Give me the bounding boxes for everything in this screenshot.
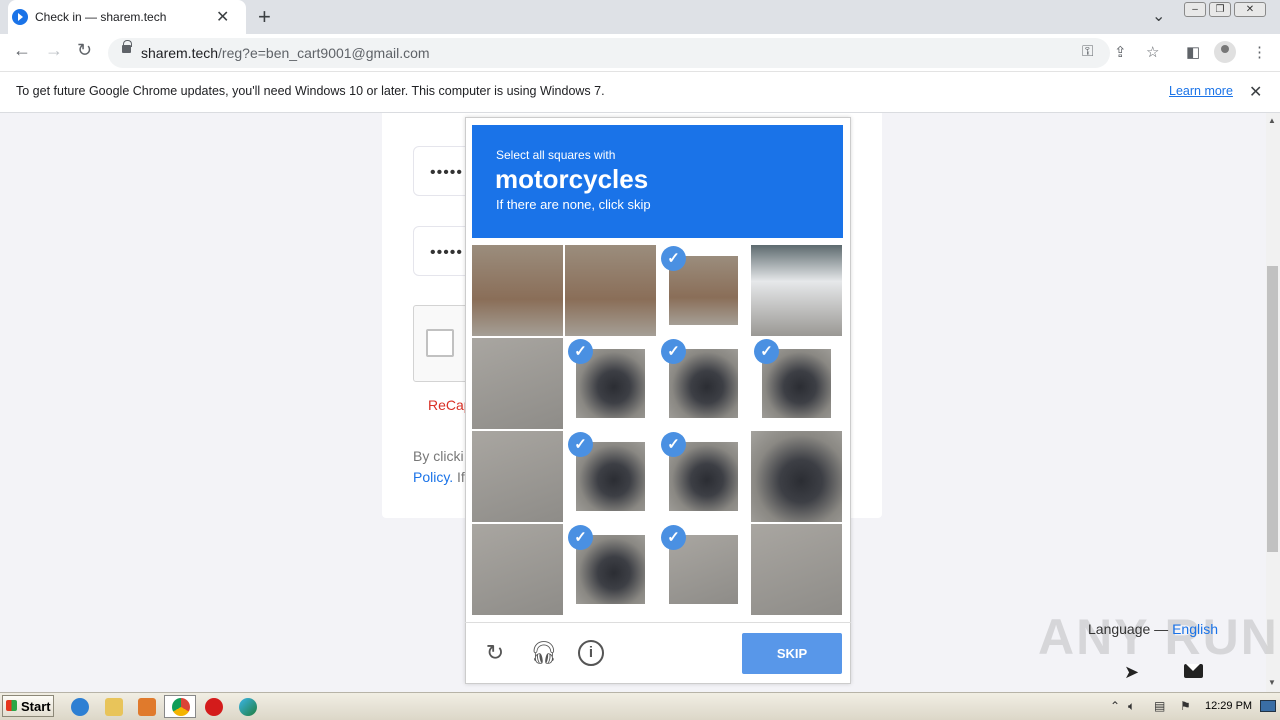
tray-chevron-icon[interactable]: ⌃ [1110,699,1120,713]
new-tab-icon[interactable]: + [258,4,271,30]
bookmark-star-icon[interactable]: ☆ [1146,43,1159,61]
media-player-icon[interactable] [138,698,156,716]
captcha-footer-divider [465,622,851,623]
taskbar-clock: 12:29 PM [1205,700,1253,712]
share-icon[interactable]: ⇪ [1114,43,1127,61]
scrollbar-thumb[interactable] [1267,266,1278,552]
captcha-hint: If there are none, click skip [496,197,651,212]
captcha-tile[interactable] [472,524,563,615]
tab-close-icon[interactable]: ✕ [216,7,229,27]
confirm-password-field[interactable]: ••••• [413,226,473,276]
infobar-close-icon[interactable]: ✕ [1249,82,1262,102]
skip-button[interactable]: SKIP [742,633,842,674]
tile-checked-icon: ✓ [661,525,686,550]
volume-icon[interactable]: 🔈︎ [1128,699,1135,714]
url-path: /reg?e=ben_cart9001@gmail.com [218,45,430,61]
tile-image [565,245,656,336]
tile-checked-icon: ✓ [568,339,593,364]
tile-checked-icon: ✓ [754,339,779,364]
policy-rest-text: If [457,469,465,485]
audio-icon[interactable]: 🎧︎ [530,640,558,666]
captcha-tile[interactable] [565,245,656,336]
tile-image [472,524,563,615]
ie-icon[interactable] [71,698,89,716]
windows-logo-icon [6,700,17,711]
tile-image [751,245,842,336]
captcha-tile[interactable] [751,524,842,615]
language-selector[interactable]: Language — English [1088,621,1218,637]
tile-image [751,524,842,615]
infobar-message: To get future Google Chrome updates, you… [16,84,605,98]
side-panel-icon[interactable]: ◧ [1186,43,1200,61]
tab-title: Check in — sharem.tech [35,10,167,24]
opera-icon[interactable] [205,698,223,716]
lock-icon[interactable] [122,40,132,53]
language-label: Language — [1088,621,1169,637]
url-host: sharem.tech [141,45,219,61]
tile-image [472,245,563,336]
captcha-tile[interactable] [751,245,842,336]
mail-icon[interactable] [1184,664,1203,678]
policy-link[interactable]: Policy. [413,469,453,485]
minimize-button[interactable]: – [1184,2,1206,17]
tile-checked-icon: ✓ [568,432,593,457]
watermark: ANY RUN [1038,609,1279,665]
flag-icon[interactable]: ⚑ [1180,699,1191,713]
captcha-tile[interactable] [751,431,842,522]
tile-checked-icon: ✓ [568,525,593,550]
learn-more-link[interactable]: Learn more [1169,84,1233,98]
edge-icon[interactable] [239,698,257,716]
tile-checked-icon: ✓ [661,246,686,271]
telegram-icon[interactable]: ➤ [1124,662,1139,683]
tile-checked-icon: ✓ [661,339,686,364]
menu-kebab-icon[interactable]: ⋮ [1252,43,1267,61]
captcha-instruction: Select all squares with [496,148,616,162]
explorer-folder-icon[interactable] [105,698,123,716]
tile-image [751,431,842,522]
captcha-tile[interactable] [472,431,563,522]
key-icon[interactable]: ⚿ [1082,43,1093,60]
forward-arrow-icon[interactable]: → [45,40,63,61]
scroll-up-icon[interactable]: ▲ [1268,116,1276,125]
restore-button[interactable]: ❐ [1209,2,1231,17]
tab-search-chevron-icon[interactable]: ⌄ [1152,6,1165,26]
profile-avatar-icon[interactable] [1214,41,1236,63]
info-icon[interactable]: i [578,640,604,666]
tile-checked-icon: ✓ [661,432,686,457]
captcha-tile[interactable] [472,338,563,429]
url-text[interactable]: sharem.tech/reg?e=ben_cart9001@gmail.com [141,45,430,61]
language-value[interactable]: English [1172,621,1218,637]
window-close-button[interactable]: ✕ [1234,2,1266,17]
network-icon[interactable]: ▤ [1154,699,1165,713]
password-field[interactable]: ••••• [413,146,473,196]
reload-icon[interactable]: ↻ [482,640,508,666]
tile-image [472,431,563,522]
tab-favicon-icon [12,9,28,25]
captcha-tile[interactable] [472,245,563,336]
reload-page-icon[interactable]: ↻ [77,40,92,61]
scroll-down-icon[interactable]: ▼ [1268,678,1276,687]
recaptcha-checkbox[interactable] [426,329,454,357]
terms-text: By clicki [413,448,464,464]
back-arrow-icon[interactable]: ← [13,40,31,61]
chrome-icon [172,698,190,716]
show-desktop-icon[interactable] [1260,700,1276,712]
tile-image [472,338,563,429]
captcha-target-object: motorcycles [495,164,649,194]
